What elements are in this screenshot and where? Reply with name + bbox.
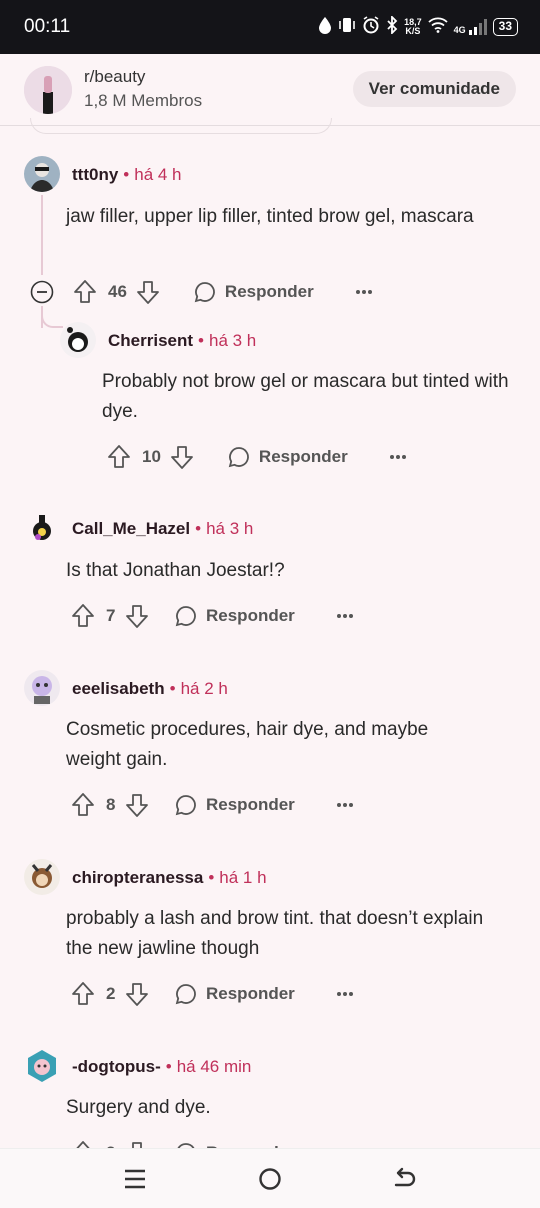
vote-count: 2 bbox=[106, 984, 116, 1003]
comment-meta: ttt0ny • há 4 h bbox=[72, 165, 182, 184]
more-icon[interactable] bbox=[335, 606, 355, 626]
avatar[interactable] bbox=[24, 859, 60, 895]
avatar[interactable] bbox=[60, 322, 96, 358]
comment-age: há 2 h bbox=[180, 679, 228, 698]
alarm-icon bbox=[362, 16, 380, 38]
downvote-icon[interactable] bbox=[124, 981, 150, 1007]
downvote-icon[interactable] bbox=[124, 792, 150, 818]
upvote-icon[interactable] bbox=[70, 603, 96, 629]
community-name[interactable]: r/beauty bbox=[84, 67, 145, 87]
community-members: 1,8 M Membros bbox=[84, 91, 203, 110]
comment-age: há 46 min bbox=[176, 1057, 252, 1076]
upvote-icon[interactable] bbox=[72, 279, 98, 305]
comment-body: Surgery and dye. bbox=[66, 1097, 211, 1118]
avatar[interactable] bbox=[24, 511, 60, 547]
upvote-icon[interactable] bbox=[70, 792, 96, 818]
thread-connector bbox=[41, 310, 63, 328]
comment-author[interactable]: Cherrisent bbox=[108, 331, 193, 350]
comment-actions: 10 Responder bbox=[106, 442, 408, 472]
community-avatar[interactable] bbox=[24, 66, 72, 114]
more-icon[interactable] bbox=[388, 447, 408, 467]
more-icon[interactable] bbox=[335, 984, 355, 1004]
signal-icon: 4G bbox=[454, 19, 487, 35]
comment-meta: Cherrisent • há 3 h bbox=[108, 331, 257, 350]
comment-body: jaw filler, upper lip filler, tinted bro… bbox=[66, 206, 474, 227]
vote-count: 7 bbox=[106, 606, 116, 625]
comment-meta: eeelisabeth • há 2 h bbox=[72, 679, 228, 698]
comment-body: Cosmetic procedures, hair dye, and maybe… bbox=[66, 719, 429, 770]
comment-author[interactable]: ttt0ny bbox=[72, 165, 118, 184]
data-saver-icon bbox=[318, 16, 332, 38]
comment-age: há 3 h bbox=[208, 331, 257, 350]
comment-actions: 8 Responder bbox=[70, 790, 355, 820]
more-icon[interactable] bbox=[354, 282, 374, 302]
network-speed: 18,7 K/S bbox=[404, 17, 422, 36]
comment-body: Is that Jonathan Joestar!? bbox=[66, 560, 285, 581]
reply-button[interactable]: Responder bbox=[193, 280, 314, 304]
avatar[interactable] bbox=[24, 156, 60, 192]
comment-author[interactable]: Call_Me_Hazel bbox=[72, 519, 190, 538]
comment-body: probably a lash and brow tint. that does… bbox=[66, 908, 484, 959]
comment-meta: -dogtopus- • há 46 min bbox=[72, 1057, 252, 1076]
reply-icon bbox=[175, 984, 196, 1005]
vote-count: 8 bbox=[106, 795, 116, 814]
more-icon[interactable] bbox=[335, 795, 355, 815]
comment-author[interactable]: eeelisabeth bbox=[72, 679, 165, 698]
previous-card-edge bbox=[30, 118, 332, 134]
vote-count: 10 bbox=[142, 447, 161, 466]
comment-actions: 2 Responder bbox=[70, 979, 355, 1009]
battery-indicator: 33 bbox=[492, 18, 518, 36]
back-icon[interactable] bbox=[390, 1165, 418, 1193]
vibrate-icon bbox=[338, 17, 356, 37]
wifi-icon bbox=[428, 17, 448, 37]
comment-age: há 3 h bbox=[206, 519, 254, 538]
reply-button[interactable]: Responder bbox=[174, 982, 295, 1006]
reply-button[interactable]: Responder bbox=[227, 445, 348, 469]
status-time: 00:11 bbox=[24, 16, 71, 37]
comment-meta: chiropteranessa • há 1 h bbox=[72, 868, 267, 887]
home-icon[interactable] bbox=[256, 1165, 284, 1193]
downvote-icon[interactable] bbox=[135, 279, 161, 305]
reply-icon bbox=[175, 795, 196, 816]
menu-icon[interactable] bbox=[121, 1165, 149, 1193]
bluetooth-icon bbox=[386, 14, 398, 38]
comment-age: há 1 h bbox=[219, 868, 267, 887]
comment-age: há 4 h bbox=[134, 165, 182, 184]
reply-icon bbox=[228, 447, 249, 468]
comment-meta: Call_Me_Hazel • há 3 h bbox=[72, 519, 254, 538]
reply-icon bbox=[175, 606, 196, 627]
upvote-icon[interactable] bbox=[70, 981, 96, 1007]
vote-count: 46 bbox=[108, 282, 127, 301]
view-community-button[interactable]: Ver comunidade bbox=[352, 71, 516, 107]
avatar[interactable] bbox=[24, 1048, 60, 1084]
thread-line bbox=[41, 195, 43, 275]
system-nav-bar bbox=[0, 1148, 540, 1208]
comment-actions: 46 Responder bbox=[30, 277, 374, 307]
comment-author[interactable]: chiropteranessa bbox=[72, 868, 203, 887]
avatar[interactable] bbox=[24, 670, 60, 706]
downvote-icon[interactable] bbox=[169, 444, 195, 470]
status-bar: 00:11 18,7 K/S 4G 33 bbox=[0, 0, 540, 54]
upvote-icon[interactable] bbox=[106, 444, 132, 470]
reply-icon bbox=[194, 282, 215, 303]
collapse-icon[interactable] bbox=[30, 280, 54, 304]
comment-actions: 7 Responder bbox=[70, 601, 355, 631]
reply-button[interactable]: Responder bbox=[174, 793, 295, 817]
community-header: r/beauty 1,8 M Membros Ver comunidade bbox=[0, 54, 540, 126]
comment-body: Probably not brow gel or mascara but tin… bbox=[102, 371, 509, 422]
status-icons: 18,7 K/S 4G 33 bbox=[318, 14, 518, 38]
downvote-icon[interactable] bbox=[124, 603, 150, 629]
comment-author[interactable]: -dogtopus- bbox=[72, 1057, 161, 1076]
reply-button[interactable]: Responder bbox=[174, 604, 295, 628]
